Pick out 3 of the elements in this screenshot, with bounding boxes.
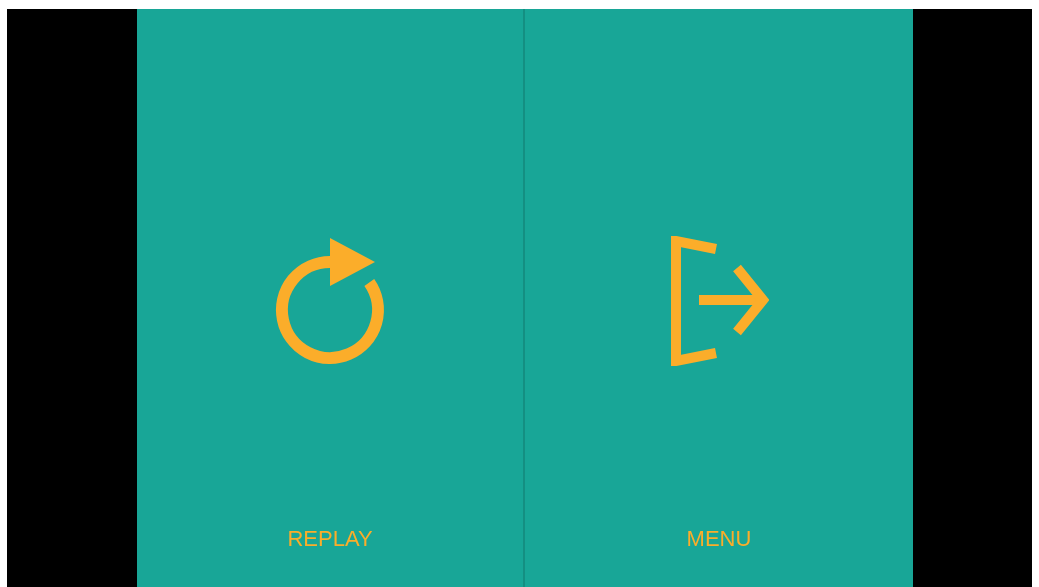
menu-button[interactable]: MENU bbox=[525, 9, 913, 587]
replay-button[interactable]: REPLAY bbox=[137, 9, 523, 587]
exit-icon bbox=[669, 236, 769, 366]
